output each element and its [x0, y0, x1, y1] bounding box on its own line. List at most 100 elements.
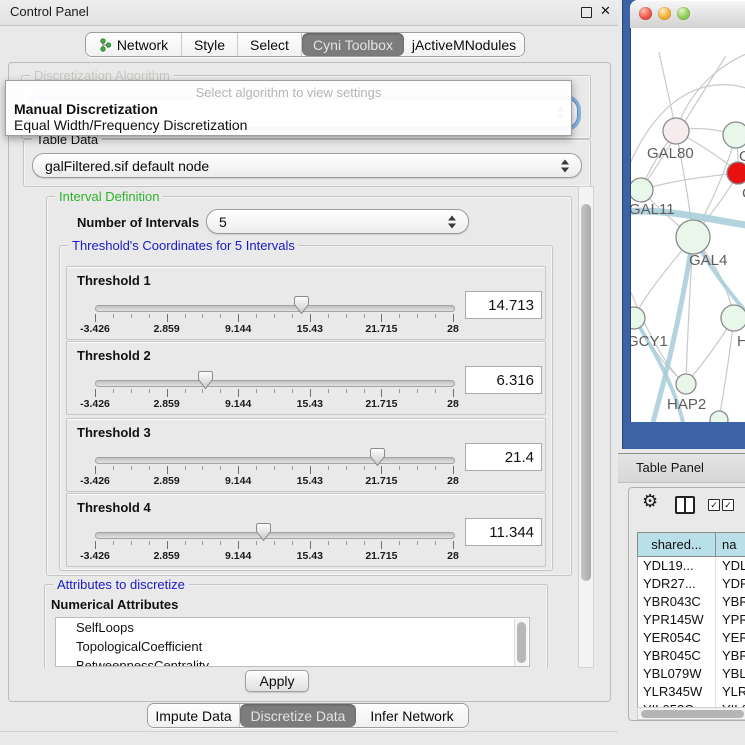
slider-tick: [328, 541, 329, 545]
popup-item-equal-width[interactable]: Equal Width/Frequency Discretization: [14, 117, 247, 133]
slider-tick: [238, 389, 239, 397]
zoom-traffic-light[interactable]: [677, 7, 690, 20]
threshold-2-value-field[interactable]: [465, 366, 542, 394]
slider-tick: [185, 541, 186, 545]
slider-tick: [149, 466, 150, 470]
network-node-right-mid[interactable]: [721, 305, 745, 331]
checkbox-icon[interactable]: ✓: [708, 499, 720, 511]
network-edge: [641, 173, 738, 190]
settings-scrollbar[interactable]: [578, 186, 594, 668]
checkbox-icon[interactable]: ✓: [722, 499, 734, 511]
slider-tick: [310, 466, 311, 474]
table-row[interactable]: YBR043CYBR0: [638, 593, 745, 611]
numerical-attributes-list[interactable]: SelfLoopsTopologicalCoefficientBetweenne…: [55, 617, 530, 667]
table-hscrollbar[interactable]: [637, 707, 745, 720]
scrollbar-thumb[interactable]: [517, 622, 526, 663]
table-row[interactable]: YDR27...YDR2: [638, 575, 745, 593]
tab-label: Infer Network: [370, 708, 453, 724]
network-node-GAL11[interactable]: [631, 178, 653, 202]
slider-scale-label: 9.144: [208, 550, 268, 562]
tab-select[interactable]: Select: [238, 33, 302, 56]
slider-tick: [167, 314, 168, 322]
minimize-traffic-light[interactable]: [658, 7, 671, 20]
network-node-HAP2[interactable]: [676, 374, 696, 394]
network-node-label: HAP2: [667, 396, 706, 413]
slider-scale-label: 28: [423, 398, 483, 410]
numerical-attributes-label: Numerical Attributes: [51, 597, 178, 612]
tab-network[interactable]: Network: [86, 33, 182, 56]
network-node-GCY1[interactable]: [631, 307, 645, 329]
attribute-item[interactable]: BetweennessCentrality: [56, 656, 529, 667]
slider-scale-label: -3.426: [65, 398, 125, 410]
tab-discretize-data[interactable]: Discretize Data: [240, 704, 356, 727]
slider-tick: [95, 314, 96, 322]
table-cell: YDR27...: [638, 575, 716, 593]
close-icon[interactable]: ✕: [600, 3, 611, 19]
tab-jactivemnodules[interactable]: jActiveMNodules: [404, 33, 524, 56]
network-canvas[interactable]: GAL80GCGAL11GAL4GCY1HHAP2: [630, 28, 745, 422]
slider-track[interactable]: [95, 305, 455, 312]
slider-tick: [399, 314, 400, 318]
attributes-scrollbar[interactable]: [514, 619, 528, 667]
slider-tick: [364, 466, 365, 470]
slider-tick: [131, 466, 132, 470]
slider-thumb[interactable]: [293, 295, 310, 315]
table-row[interactable]: YBL079WYBL0: [638, 665, 745, 683]
slider-tick: [292, 541, 293, 545]
threshold-4-value-field[interactable]: [465, 518, 542, 546]
scrollbar-thumb[interactable]: [641, 710, 744, 718]
tab-style[interactable]: Style: [182, 33, 238, 56]
group-title: Attributes to discretize: [53, 577, 189, 592]
threshold-2-box: Threshold 2 -3.4262.8599.14415.4321.7152…: [66, 341, 546, 415]
tab-infer-network[interactable]: Infer Network: [356, 704, 468, 727]
gear-icon[interactable]: ⚙: [642, 491, 658, 511]
network-window-titlebar[interactable]: [630, 0, 745, 29]
threshold-3-value-field[interactable]: [465, 443, 542, 471]
network-canvas-svg: GAL80GCGAL11GAL4GCY1HHAP2: [631, 28, 745, 422]
slider-tick: [167, 541, 168, 549]
split-columns-icon[interactable]: [675, 496, 695, 514]
float-window-icon[interactable]: [581, 7, 592, 18]
slider-tick: [453, 541, 454, 549]
tab-label: Select: [250, 37, 289, 53]
num-intervals-combo[interactable]: 5: [206, 209, 469, 234]
tab-impute-data[interactable]: Impute Data: [148, 704, 240, 727]
network-node-red[interactable]: [727, 162, 745, 184]
slider-thumb[interactable]: [369, 447, 386, 467]
table-row[interactable]: YDL19...YDL1: [638, 557, 745, 575]
network-node-GAL4[interactable]: [676, 220, 710, 254]
slider-scale-label: 15.43: [280, 398, 340, 410]
slider-scale-label: 21.715: [351, 398, 411, 410]
slider-tick: [292, 466, 293, 470]
table-data-combo[interactable]: galFiltered.sif default node: [32, 153, 582, 178]
slider-track[interactable]: [95, 532, 455, 539]
column-header-name[interactable]: na: [716, 533, 745, 556]
attribute-item[interactable]: TopologicalCoefficient: [56, 637, 529, 656]
thresholds-group: Threshold's Coordinates for 5 Intervals …: [59, 245, 553, 571]
network-node-top-right[interactable]: [723, 122, 745, 148]
slider-track[interactable]: [95, 380, 455, 387]
algorithm-popup: Select algorithm to view settings Manual…: [5, 80, 572, 136]
slider-tick: [381, 314, 382, 322]
close-traffic-light[interactable]: [639, 7, 652, 20]
slider-thumb[interactable]: [197, 370, 214, 390]
threshold-1-value-field[interactable]: [465, 291, 542, 319]
attribute-item[interactable]: SelfLoops: [56, 618, 529, 637]
tab-cyni-toolbox[interactable]: Cyni Toolbox: [302, 33, 404, 56]
apply-button[interactable]: Apply: [245, 670, 309, 692]
slider-tick: [346, 466, 347, 470]
network-icon: [99, 38, 112, 52]
network-node-bottom[interactable]: [710, 411, 728, 422]
table-row[interactable]: YPR145WYPR1: [638, 611, 745, 629]
slider-thumb[interactable]: [255, 522, 272, 542]
scrollbar-thumb[interactable]: [581, 204, 591, 581]
table-cell: YBR0: [716, 647, 745, 665]
column-header-shared-name[interactable]: shared...: [638, 533, 716, 556]
table-row[interactable]: YER054CYER0: [638, 629, 745, 647]
slider-track[interactable]: [95, 457, 455, 464]
table-row[interactable]: YBR045CYBR0: [638, 647, 745, 665]
popup-item-manual-discretization[interactable]: Manual Discretization: [14, 101, 158, 117]
network-node-GAL80[interactable]: [663, 118, 689, 144]
table-row[interactable]: YLR345WYLR3: [638, 683, 745, 701]
slider-tick: [435, 389, 436, 393]
